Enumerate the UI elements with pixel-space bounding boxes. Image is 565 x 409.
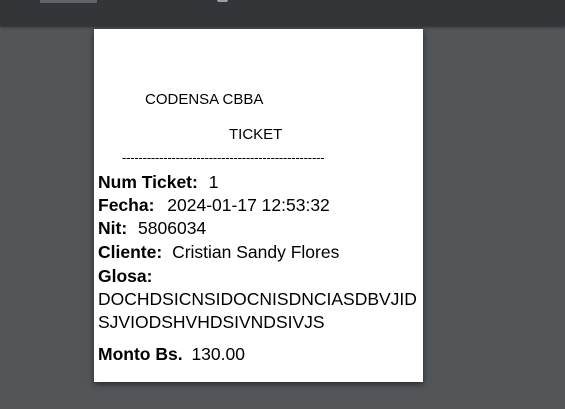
glosa-label: Glosa: [98,266,153,286]
cliente-row: Cliente: Cristian Sandy Flores [98,242,339,262]
fecha-value: 2024-01-17 12:53:32 [167,195,330,215]
fecha-row: Fecha: 2024-01-17 12:53:32 [98,195,330,215]
cliente-value: Cristian Sandy Flores [172,242,340,262]
num-ticket-row: Num Ticket: 1 [98,172,218,192]
pdf-viewer-toolbar [0,0,565,26]
nit-value: 5806034 [138,218,207,238]
monto-label: Monto Bs. [98,344,183,364]
fecha-label: Fecha: [98,195,155,215]
company-name: CODENSA CBBA [145,91,264,108]
monto-row: Monto Bs. 130.00 [98,344,245,364]
cliente-label: Cliente: [98,242,163,262]
glosa-row: Glosa: [98,266,152,286]
ticket-page: CODENSA CBBA TICKET --------------------… [94,29,423,382]
num-ticket-value: 1 [208,172,219,192]
glosa-value: DOCHDSICNSIDOCNISDNCIASDBVJIDSJVIODSHVHD… [98,289,417,332]
ticket-title: TICKET [229,126,283,143]
toolbar-title-glyph [217,0,228,2]
monto-value: 130.00 [191,344,245,364]
nit-label: Nit: [98,218,128,238]
nit-row: Nit: 5806034 [98,218,206,238]
divider-line: ----------------------------------------… [122,150,325,165]
num-ticket-label: Num Ticket: [98,172,198,192]
toolbar-tab-indicator[interactable] [40,0,97,3]
